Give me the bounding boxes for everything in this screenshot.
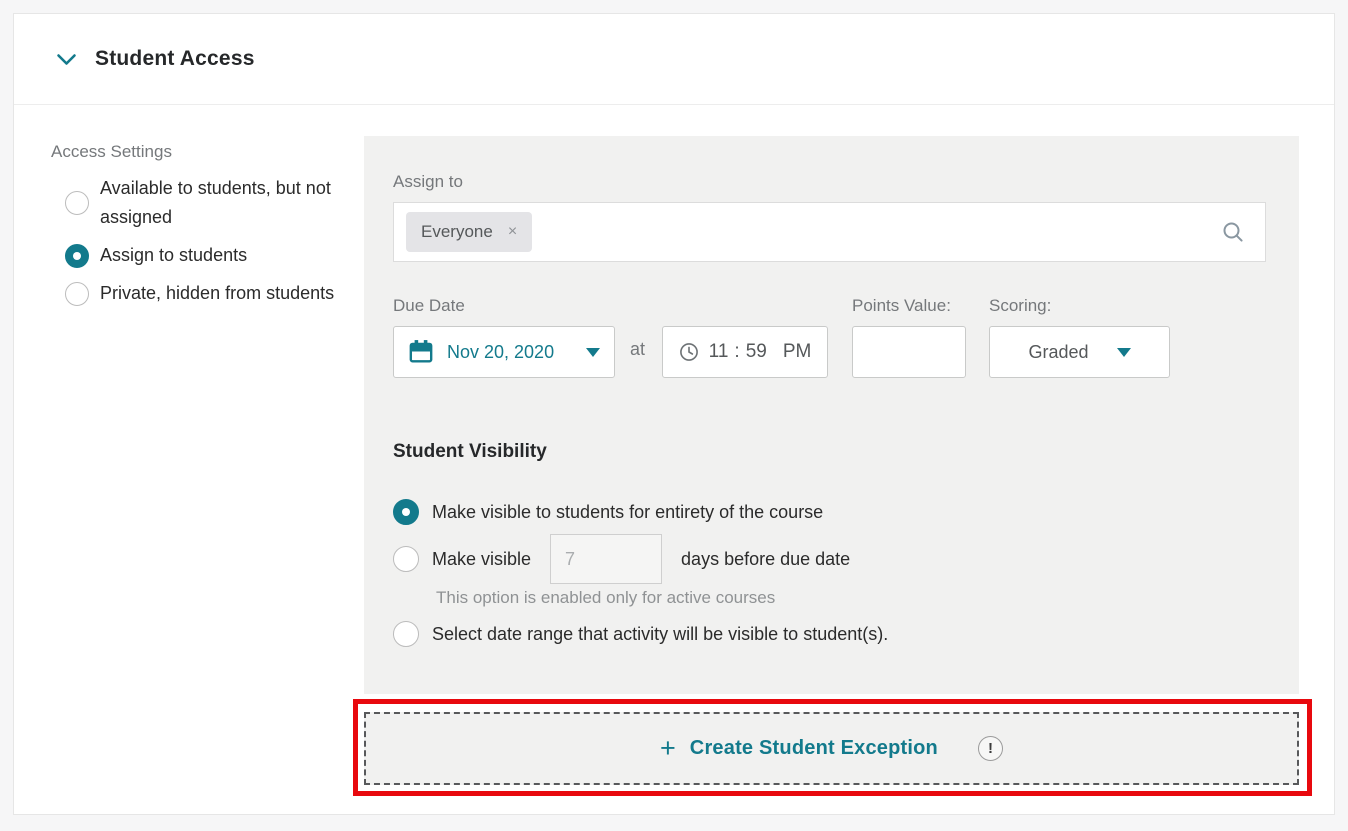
days-before-input[interactable] xyxy=(550,534,662,584)
annotation-highlight-box: + Create Student Exception ! xyxy=(353,699,1312,796)
radio-private-hidden[interactable] xyxy=(65,282,89,306)
radio-label: Available to students, but not assigned xyxy=(100,174,342,232)
radio-visible-days-before[interactable] xyxy=(393,546,419,572)
chevron-down-icon[interactable] xyxy=(56,53,77,66)
page-title: Student Access xyxy=(95,47,255,71)
scoring-selected-value: Graded xyxy=(1028,342,1088,363)
radio-available-not-assigned[interactable] xyxy=(65,191,89,215)
assignee-tag: Everyone × xyxy=(406,212,532,252)
remove-tag-icon[interactable]: × xyxy=(508,223,517,241)
due-date-value: Nov 20, 2020 xyxy=(447,342,554,363)
visibility-option-label: Select date range that activity will be … xyxy=(432,624,888,645)
section-header: Student Access xyxy=(14,14,1334,105)
access-settings-label: Access Settings xyxy=(51,142,356,162)
time-meridiem: PM xyxy=(783,341,812,363)
due-date-picker[interactable]: Nov 20, 2020 xyxy=(393,326,615,378)
plus-icon: + xyxy=(660,735,676,762)
scoring-label: Scoring: xyxy=(989,296,1051,316)
assign-to-field[interactable]: Everyone × xyxy=(393,202,1266,262)
at-label: at xyxy=(630,339,645,360)
assignee-tag-label: Everyone xyxy=(421,222,493,242)
points-value-label: Points Value: xyxy=(852,296,951,316)
visibility-option-date-range[interactable]: Select date range that activity will be … xyxy=(393,621,888,647)
time-hour: 11 xyxy=(709,341,729,363)
radio-label: Private, hidden from students xyxy=(100,279,342,308)
radio-option-private-hidden[interactable]: Private, hidden from students xyxy=(51,279,356,308)
create-student-exception-button[interactable]: + Create Student Exception ! xyxy=(364,712,1299,785)
caret-down-icon xyxy=(586,348,600,357)
radio-visible-entire-course[interactable] xyxy=(393,499,419,525)
create-student-exception-label: Create Student Exception xyxy=(690,737,938,760)
radio-visible-date-range[interactable] xyxy=(393,621,419,647)
calendar-icon xyxy=(408,339,434,365)
student-access-card: Student Access Access Settings Available… xyxy=(13,13,1335,815)
due-date-label: Due Date xyxy=(393,296,465,316)
assignment-settings-panel: Assign to Everyone × Due Date Points Val… xyxy=(364,136,1299,694)
caret-down-icon xyxy=(1117,348,1131,357)
visibility-option-days-before[interactable]: Make visible days before due date xyxy=(393,534,850,584)
alert-icon[interactable]: ! xyxy=(978,736,1003,761)
active-courses-note: This option is enabled only for active c… xyxy=(436,588,775,608)
due-time-picker[interactable]: 11 : 59 PM xyxy=(662,326,828,378)
student-visibility-title: Student Visibility xyxy=(393,441,547,463)
visibility-option-prefix: Make visible xyxy=(432,549,531,570)
time-colon: : xyxy=(734,341,739,363)
points-value-input[interactable] xyxy=(852,326,966,378)
radio-option-assign-to-students[interactable]: Assign to students xyxy=(51,241,356,270)
assign-to-label: Assign to xyxy=(393,172,463,192)
visibility-option-label: Make visible to students for entirety of… xyxy=(432,502,823,523)
time-minute: 59 xyxy=(746,341,767,363)
access-settings-group: Access Settings Available to students, b… xyxy=(51,142,356,317)
radio-option-available-not-assigned[interactable]: Available to students, but not assigned xyxy=(51,174,356,232)
radio-assign-to-students[interactable] xyxy=(65,244,89,268)
search-icon[interactable] xyxy=(1221,220,1245,244)
radio-label: Assign to students xyxy=(100,241,342,270)
visibility-option-entire-course[interactable]: Make visible to students for entirety of… xyxy=(393,499,823,525)
scoring-dropdown[interactable]: Graded xyxy=(989,326,1170,378)
visibility-option-suffix: days before due date xyxy=(681,549,850,570)
clock-icon xyxy=(679,342,699,362)
